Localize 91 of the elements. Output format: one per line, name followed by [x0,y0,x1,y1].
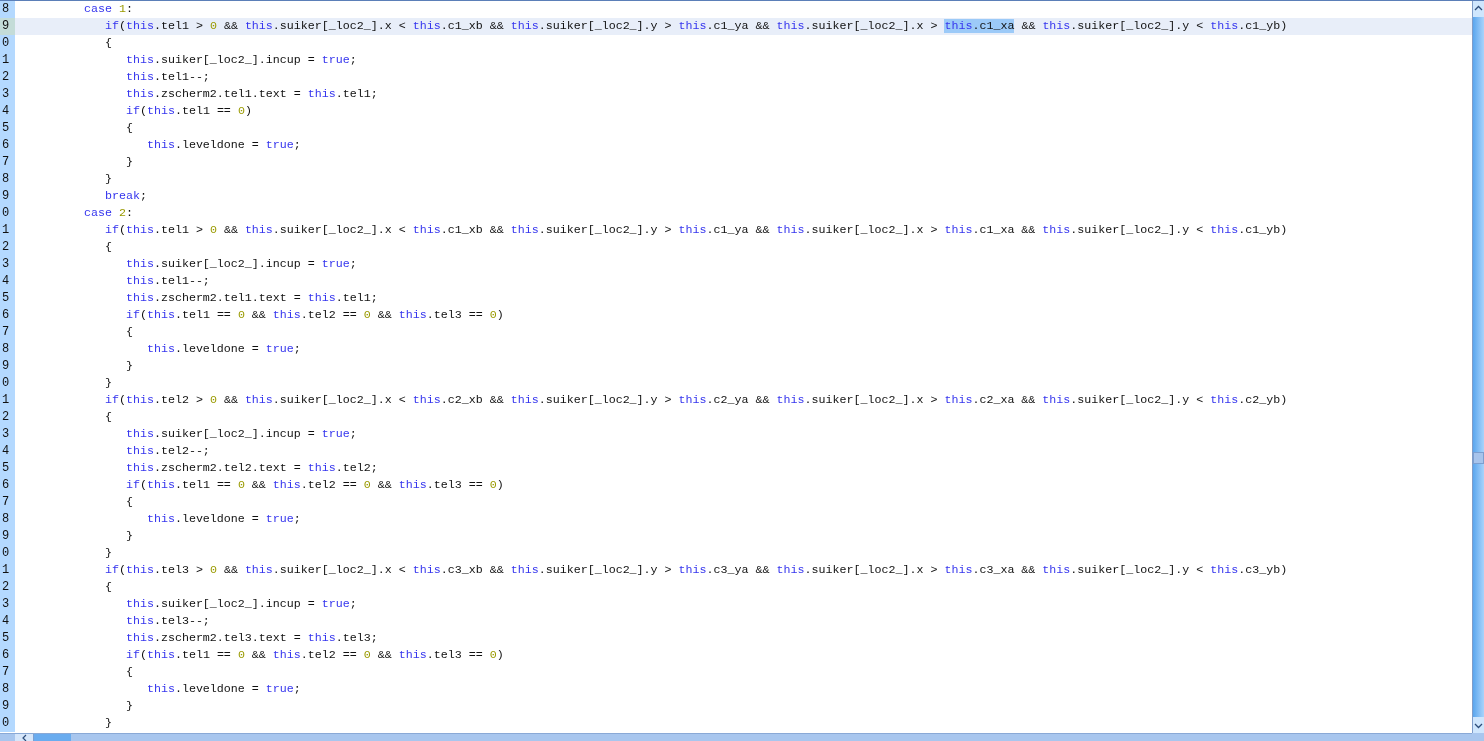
line-number: 4 [0,613,15,630]
code-line: } [124,528,133,545]
code-line: this.zscherm2.tel1.text = this.tel1; [124,86,378,103]
line-number: 5 [0,290,15,307]
code-line: if(this.tel1 == 0 && this.tel2 == 0 && this.tel3 == 0) [124,647,504,664]
code-line: this.tel1--; [124,69,210,86]
line-number: 6 [0,477,15,494]
line-number: 5 [0,630,15,647]
code-line: this.leveldone = true; [145,341,301,358]
line-number: 8 [0,171,15,188]
line-number: 3 [0,596,15,613]
code-line: this.zscherm2.tel3.text = this.tel3; [124,630,378,647]
line-number: 9 [0,698,15,715]
code-line: { [103,239,112,256]
line-number: 1 [0,562,15,579]
code-line: this.tel1--; [124,273,210,290]
code-line: this.leveldone = true; [145,681,301,698]
line-number: 2 [0,579,15,596]
code-line: this.zscherm2.tel2.text = this.tel2; [124,460,378,477]
line-number: 7 [0,494,15,511]
code-line: { [103,579,112,596]
line-number: 2 [0,409,15,426]
line-number: 7 [0,324,15,341]
code-line: break; [103,188,147,205]
code-line: { [124,494,133,511]
code-line: this.leveldone = true; [145,511,301,528]
line-number: 1 [0,392,15,409]
line-number: 8 [0,341,15,358]
line-number: 9 [0,18,15,35]
code-line: { [124,324,133,341]
scroll-thumb[interactable] [1473,452,1484,464]
code-line: } [103,715,112,732]
line-number: 6 [0,307,15,324]
line-number: 3 [0,426,15,443]
line-number: 0 [0,205,15,222]
vertical-scrollbar[interactable] [1472,1,1484,733]
line-number: 5 [0,120,15,137]
code-line: } [103,545,112,562]
code-line: } [124,358,133,375]
line-number: 7 [0,664,15,681]
scroll-thumb[interactable] [33,734,71,741]
line-number: 2 [0,239,15,256]
code-line: this.tel2--; [124,443,210,460]
code-line: { [124,664,133,681]
code-line: if(this.tel1 == 0 && this.tel2 == 0 && this.tel3 == 0) [124,307,504,324]
line-number: 9 [0,188,15,205]
code-line: case 2: [82,205,133,222]
line-number: 8 [0,511,15,528]
code-line: this.suiker[_loc2_].incup = true; [124,426,357,443]
line-number: 7 [0,154,15,171]
line-number: 9 [0,358,15,375]
code-line: { [124,120,133,137]
code-line: if(this.tel1 == 0) [124,103,252,120]
line-number: 0 [0,375,15,392]
code-line: } [124,698,133,715]
line-number: 4 [0,273,15,290]
code-line: { [103,35,112,52]
code-line: if(this.tel1 == 0 && this.tel2 == 0 && this.tel3 == 0) [124,477,504,494]
line-number: 8 [0,681,15,698]
code-line: this.suiker[_loc2_].incup = true; [124,256,357,273]
line-number: 5 [0,460,15,477]
line-number: 3 [0,86,15,103]
code-line: { [103,409,112,426]
code-line: if(this.tel1 > 0 && this.suiker[_loc2_].x < this.c1_xb && this.suiker[_loc2_].y > this.c1_ya && this.suiker[_loc2_].x > this.c1_xa && this.suiker[_loc2_].y < this.c1_yb) [103,222,1288,239]
code-line: this.suiker[_loc2_].incup = true; [124,596,357,613]
line-number: 6 [0,137,15,154]
code-line: if(this.tel2 > 0 && this.suiker[_loc2_].x < this.c2_xb && this.suiker[_loc2_].y > this.c2_ya && this.suiker[_loc2_].x > this.c2_xa && this.suiker[_loc2_].y < this.c2_yb) [103,392,1288,409]
code-line: } [103,171,112,188]
line-number: 0 [0,35,15,52]
code-line: this.tel3--; [124,613,210,630]
line-number: 4 [0,103,15,120]
code-line: this.zscherm2.tel1.text = this.tel1; [124,290,378,307]
code-line: case 1: [82,1,133,18]
line-number: 2 [0,69,15,86]
line-number: 1 [0,222,15,239]
line-number: 6 [0,647,15,664]
line-number: 0 [0,545,15,562]
line-number: 3 [0,256,15,273]
line-number: 9 [0,528,15,545]
horizontal-scrollbar[interactable] [0,733,1472,741]
code-line: this.leveldone = true; [145,137,301,154]
line-number: 8 [0,1,15,18]
code-line: } [124,154,133,171]
line-number: 1 [0,52,15,69]
line-number: 4 [0,443,15,460]
code-line: if(this.tel1 > 0 && this.suiker[_loc2_].x < this.c1_xb && this.suiker[_loc2_].y > this.c1_ya && this.suiker[_loc2_].x > this.c1_xa && this.suiker[_loc2_].y < this.c1_yb) [103,18,1288,35]
code-line: this.suiker[_loc2_].incup = true; [124,52,357,69]
scrollbar-corner [1472,733,1484,741]
code-line: } [103,375,112,392]
line-number: 0 [0,715,15,732]
code-line: if(this.tel3 > 0 && this.suiker[_loc2_].x < this.c3_xb && this.suiker[_loc2_].y > this.c3_ya && this.suiker[_loc2_].x > this.c3_xa && this.suiker[_loc2_].y < this.c3_yb) [103,562,1288,579]
